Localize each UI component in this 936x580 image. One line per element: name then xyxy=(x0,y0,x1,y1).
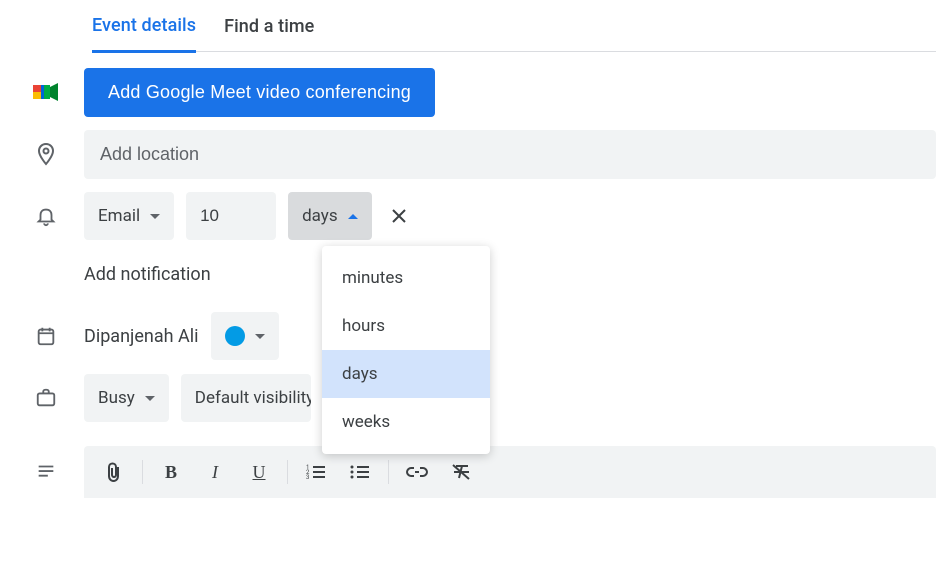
notification-method-label: Email xyxy=(98,206,140,226)
location-input[interactable] xyxy=(84,130,936,179)
unit-option-days[interactable]: days xyxy=(322,350,490,398)
add-notification-button[interactable]: Add notification xyxy=(84,254,211,295)
meet-icon xyxy=(32,81,60,103)
chevron-down-icon xyxy=(145,396,155,401)
notification-value-input[interactable] xyxy=(186,192,276,240)
bell-icon xyxy=(32,205,60,227)
bold-button[interactable]: B xyxy=(151,454,191,490)
tabs: Event details Find a time xyxy=(92,0,936,52)
busy-select[interactable]: Busy xyxy=(84,374,169,422)
tab-find-a-time[interactable]: Find a time xyxy=(224,16,314,51)
color-dot xyxy=(225,326,245,346)
calendar-owner: Dipanjenah Ali xyxy=(84,326,199,347)
underline-button[interactable]: U xyxy=(239,454,279,490)
unit-option-minutes[interactable]: minutes xyxy=(322,254,490,302)
unit-option-hours[interactable]: hours xyxy=(322,302,490,350)
tab-event-details[interactable]: Event details xyxy=(92,15,196,53)
busy-label: Busy xyxy=(98,388,135,408)
add-meet-button[interactable]: Add Google Meet video conferencing xyxy=(84,68,435,117)
notification-unit-label: days xyxy=(302,206,338,226)
description-icon xyxy=(32,461,60,483)
numbered-list-button[interactable]: 123 xyxy=(296,454,336,490)
calendar-color-select[interactable] xyxy=(211,312,279,360)
location-icon xyxy=(32,142,60,166)
unit-option-weeks[interactable]: weeks xyxy=(322,398,490,446)
visibility-label: Default visibility xyxy=(195,388,311,408)
svg-text:3: 3 xyxy=(306,474,309,480)
notification-unit-select[interactable]: days xyxy=(288,192,372,240)
visibility-select[interactable]: Default visibility xyxy=(181,374,311,422)
attach-button[interactable] xyxy=(94,454,134,490)
italic-button[interactable]: I xyxy=(195,454,235,490)
bullet-list-button[interactable] xyxy=(340,454,380,490)
chevron-up-icon xyxy=(348,214,358,219)
chevron-down-icon xyxy=(150,214,160,219)
chevron-down-icon xyxy=(255,334,265,339)
calendar-icon xyxy=(32,325,60,347)
clear-formatting-button[interactable] xyxy=(441,454,481,490)
notification-method-select[interactable]: Email xyxy=(84,192,174,240)
briefcase-icon xyxy=(32,387,60,409)
unit-dropdown: minutes hours days weeks xyxy=(322,246,490,454)
remove-notification-button[interactable] xyxy=(384,201,414,231)
editor-toolbar: B I U 123 xyxy=(84,446,936,498)
link-button[interactable] xyxy=(397,454,437,490)
